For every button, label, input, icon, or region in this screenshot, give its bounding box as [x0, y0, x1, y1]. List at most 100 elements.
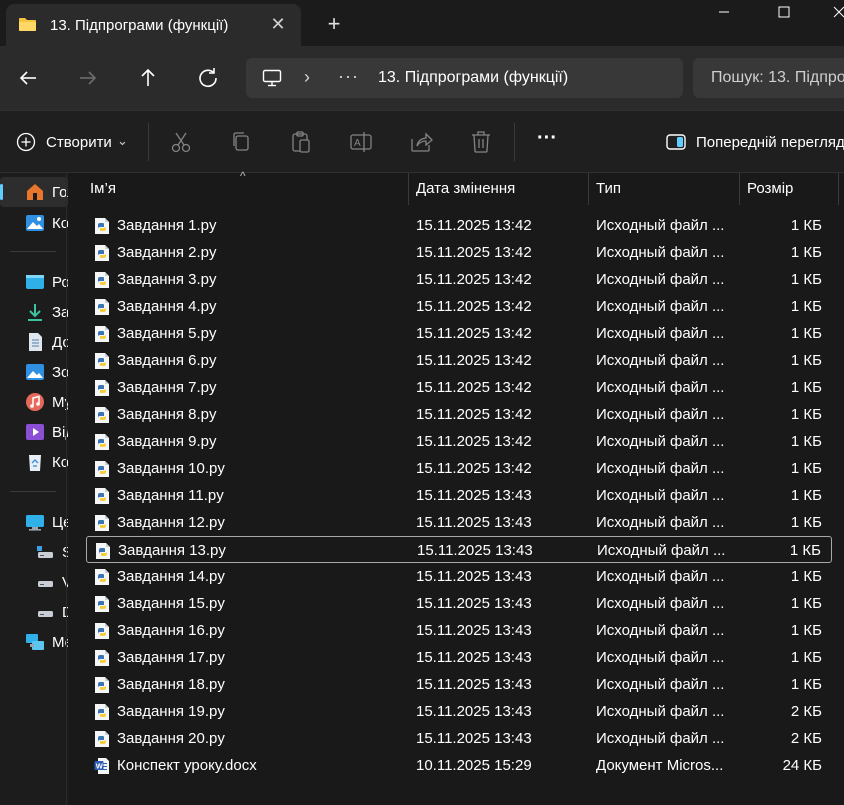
- rename-icon[interactable]: A: [348, 129, 374, 155]
- preview-pane-label: Попередній перегляд: [696, 134, 844, 151]
- sidebar-item-pictures[interactable]: Зображення: [0, 357, 68, 387]
- maximize-icon[interactable]: [762, 0, 808, 28]
- sidebar-item-drive-s[interactable]: S: [0, 537, 68, 567]
- column-header-row: ^ Ім’я Дата змінення Тип Розмір: [68, 169, 844, 205]
- file-row[interactable]: Завдання 7.py 15.11.2025 13:42 Исходный фа…: [86, 374, 832, 401]
- file-row[interactable]: Завдання 9.py 15.11.2025 13:42 Исходный фа…: [86, 428, 832, 455]
- column-divider[interactable]: [408, 173, 409, 205]
- breadcrumb-more-icon[interactable]: ···: [338, 66, 359, 87]
- python-file-icon: [95, 299, 109, 315]
- file-type: Исходный файл ...: [596, 622, 725, 639]
- file-size: 1 КБ: [790, 217, 822, 234]
- address-bar[interactable]: › ··· 13. Підпрограми (функції): [246, 58, 683, 98]
- file-row[interactable]: Завдання 16.py 15.11.2025 13:43 Исходный ф…: [86, 617, 832, 644]
- forward-arrow-icon[interactable]: [70, 60, 106, 96]
- sort-indicator-icon: ^: [240, 169, 246, 183]
- column-divider[interactable]: [588, 173, 589, 205]
- file-row[interactable]: Завдання 3.py 15.11.2025 13:42 Исходный фа…: [86, 266, 832, 293]
- sidebar-item-network[interactable]: Мережа: [0, 627, 68, 657]
- file-date-modified: 15.11.2025 13:42: [416, 379, 532, 396]
- file-date-modified: 15.11.2025 13:43: [416, 487, 532, 504]
- sidebar-item-documents[interactable]: Документи: [0, 327, 68, 357]
- column-header-date[interactable]: Дата змінення: [416, 180, 515, 197]
- file-size: 1 КБ: [790, 460, 822, 477]
- sidebar-item-recycle-bin[interactable]: Кошик: [0, 447, 68, 477]
- file-row[interactable]: Завдання 4.py 15.11.2025 13:42 Исходный фа…: [86, 293, 832, 320]
- breadcrumb-current-folder[interactable]: 13. Підпрограми (функції): [378, 69, 568, 87]
- file-date-modified: 15.11.2025 13:43: [416, 622, 532, 639]
- chevron-down-icon: ⌄: [117, 133, 128, 148]
- file-row[interactable]: Завдання 8.py 15.11.2025 13:42 Исходный фа…: [86, 401, 832, 428]
- sidebar-item-drive-d[interactable]: D: [0, 597, 68, 627]
- python-file-icon: [95, 461, 109, 477]
- sidebar-item-desktop[interactable]: Робочий стіл: [0, 267, 68, 297]
- sidebar-item-home[interactable]: Головна: [0, 177, 68, 207]
- sidebar-item-videos[interactable]: Відео: [0, 417, 68, 447]
- refresh-icon[interactable]: [190, 60, 226, 96]
- navigation-pane: Головна Колекція Робочий стіл Завантажен…: [0, 173, 68, 805]
- back-arrow-icon[interactable]: [10, 60, 46, 96]
- drive-icon: [37, 546, 53, 558]
- file-row[interactable]: Завдання 6.py 15.11.2025 13:42 Исходный фа…: [86, 347, 832, 374]
- sidebar-item-downloads[interactable]: Завантаження: [0, 297, 68, 327]
- sidebar-item-music[interactable]: Музика: [0, 387, 68, 417]
- close-tab-icon[interactable]: ✕: [268, 14, 288, 34]
- file-date-modified: 15.11.2025 13:42: [416, 244, 532, 261]
- column-header-size[interactable]: Розмір: [747, 180, 793, 197]
- sidebar-item-this-pc[interactable]: Цей ПК: [0, 507, 68, 537]
- file-type: Исходный файл ...: [596, 217, 725, 234]
- file-name: Завдання 11.py: [117, 487, 224, 504]
- file-row[interactable]: Завдання 11.py 15.11.2025 13:43 Исходный ф…: [86, 482, 832, 509]
- file-size: 1 КБ: [790, 433, 822, 450]
- file-row[interactable]: Завдання 12.py 15.11.2025 13:43 Исходный ф…: [86, 509, 832, 536]
- file-row[interactable]: Завдання 14.py 15.11.2025 13:43 Исходный ф…: [86, 563, 832, 590]
- file-row[interactable]: Завдання 18.py 15.11.2025 13:43 Исходный ф…: [86, 671, 832, 698]
- share-icon[interactable]: [408, 129, 434, 155]
- delete-icon[interactable]: [468, 129, 494, 155]
- column-divider[interactable]: [739, 173, 740, 205]
- file-date-modified: 15.11.2025 13:43: [416, 568, 532, 585]
- create-new-button[interactable]: Створити ⌄: [10, 126, 138, 158]
- column-header-name[interactable]: Ім’я: [90, 180, 116, 197]
- file-row[interactable]: Завдання 1.py 15.11.2025 13:42 Исходный фа…: [86, 212, 832, 239]
- preview-pane-button[interactable]: Попередній перегляд: [664, 126, 844, 158]
- more-options-icon[interactable]: ···: [534, 128, 560, 155]
- file-row[interactable]: Завдання 19.py 15.11.2025 13:43 Исходный ф…: [86, 698, 832, 725]
- file-name: Завдання 1.py: [117, 217, 217, 234]
- sidebar-divider: [10, 251, 56, 252]
- up-arrow-icon[interactable]: [130, 60, 166, 96]
- breadcrumb-chevron-icon[interactable]: ›: [304, 67, 310, 88]
- file-row[interactable]: Завдання 5.py 15.11.2025 13:42 Исходный фа…: [86, 320, 832, 347]
- search-box[interactable]: Пошук: 13. Підпрограми (функції): [693, 58, 844, 98]
- minimize-icon[interactable]: [708, 0, 754, 28]
- this-pc-icon[interactable]: [262, 69, 282, 87]
- file-row[interactable]: Завдання 13.py 15.11.2025 13:43 Исходный ф…: [86, 536, 832, 563]
- file-type: Исходный файл ...: [596, 460, 725, 477]
- column-divider[interactable]: [838, 173, 839, 205]
- copy-icon[interactable]: [228, 129, 254, 155]
- paste-icon[interactable]: [288, 129, 314, 155]
- file-row[interactable]: Завдання 20.py 15.11.2025 13:43 Исходный ф…: [86, 725, 832, 752]
- sidebar-item-drive-v[interactable]: V: [0, 567, 68, 597]
- file-name: Завдання 2.py: [117, 244, 217, 261]
- python-file-icon: [95, 218, 109, 234]
- file-row[interactable]: Завдання 15.py 15.11.2025 13:43 Исходный ф…: [86, 590, 832, 617]
- file-type: Исходный файл ...: [596, 271, 725, 288]
- new-tab-icon[interactable]: +: [322, 13, 346, 37]
- file-type: Исходный файл ...: [596, 703, 725, 720]
- file-row[interactable]: Завдання 17.py 15.11.2025 13:43 Исходный ф…: [86, 644, 832, 671]
- file-row[interactable]: Завдання 2.py 15.11.2025 13:42 Исходный фа…: [86, 239, 832, 266]
- close-window-icon[interactable]: [816, 0, 844, 28]
- tab-current-folder[interactable]: 13. Підпрограми (функції) ✕: [6, 4, 301, 46]
- file-row[interactable]: W Конспект уроку.docx 10.11.2025 15:29 Доку…: [86, 752, 832, 779]
- file-row[interactable]: Завдання 10.py 15.11.2025 13:42 Исходный ф…: [86, 455, 832, 482]
- file-date-modified: 15.11.2025 13:43: [416, 703, 532, 720]
- file-type: Исходный файл ...: [596, 514, 725, 531]
- sidebar-item-gallery[interactable]: Колекція: [0, 208, 68, 238]
- column-header-type[interactable]: Тип: [596, 180, 621, 197]
- file-size: 1 КБ: [790, 649, 822, 666]
- search-input[interactable]: Пошук: 13. Підпрограми (функції): [711, 69, 844, 87]
- cut-icon[interactable]: [168, 129, 194, 155]
- python-file-icon: [95, 353, 109, 369]
- toolbar-divider: [148, 123, 149, 161]
